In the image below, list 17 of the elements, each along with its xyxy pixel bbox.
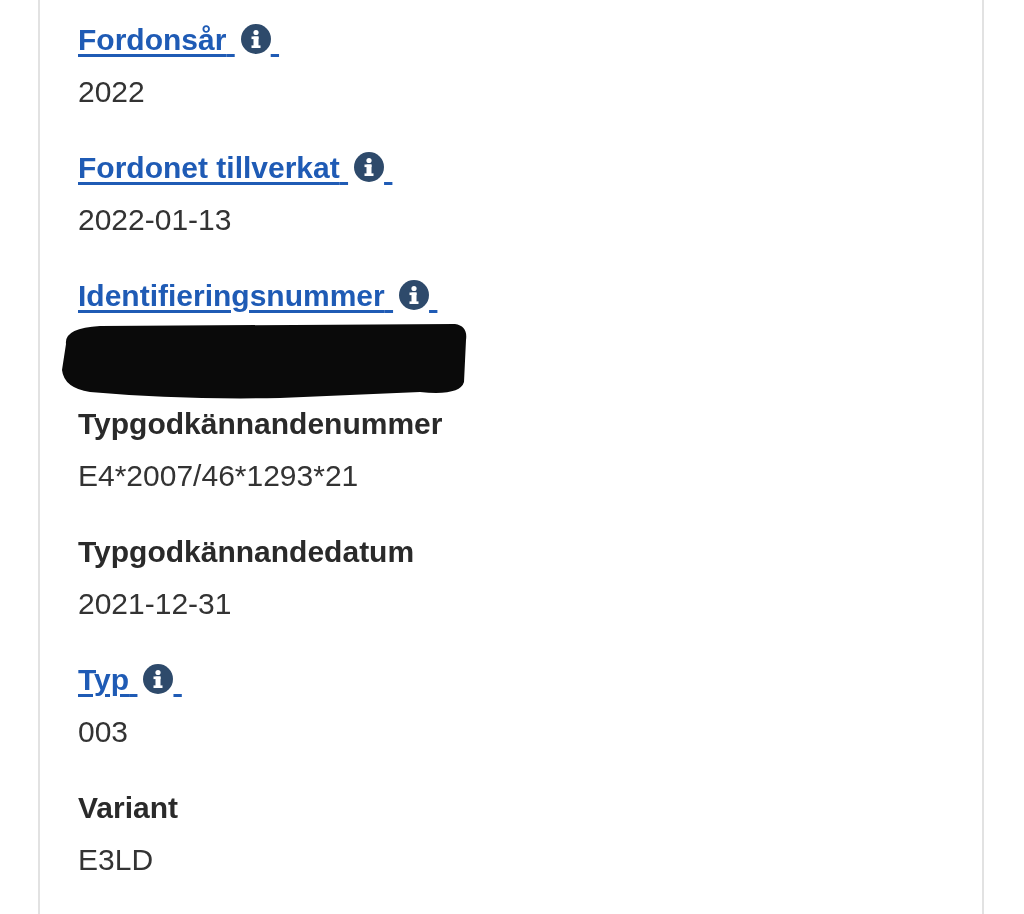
field-value: E4*2007/46*1293*21 [78,458,359,494]
info-icon [354,152,385,182]
field-label-link[interactable]: Fordonet tillverkat [78,148,393,188]
field-label: Typgodkännandedatum [78,534,415,570]
field-label-link[interactable]: Identifieringsnummer [78,276,438,316]
field-value: 2022-01-13 [78,202,232,238]
field-label-link[interactable]: Typ [78,660,182,700]
field-label: Variant [78,790,179,826]
field-value: 2022 [78,74,145,110]
field-label-link[interactable]: Fordonsår [78,20,280,60]
info-icon [240,24,271,54]
field-value: 2021-12-31 [78,586,232,622]
field-label: Typgodkännandenummer [78,406,443,442]
info-icon [143,664,174,694]
field-value: E3LD [78,842,154,878]
info-icon [399,280,430,310]
field-value: 003 [78,714,129,750]
